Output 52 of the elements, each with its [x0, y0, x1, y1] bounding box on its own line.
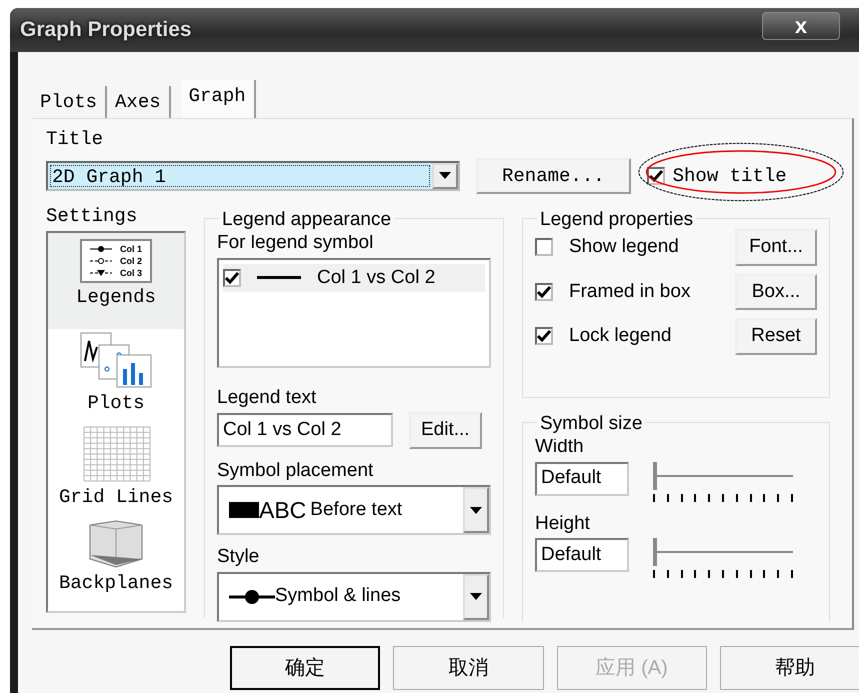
checkbox[interactable]	[535, 238, 553, 256]
field-label: Legend text	[217, 386, 318, 410]
checkbox-label: Framed in box	[569, 280, 692, 304]
option-button[interactable]: Box...	[735, 274, 817, 310]
checkbox-label: Show legend	[569, 235, 680, 259]
line-marker-icon	[90, 268, 112, 276]
size-field[interactable]: Default	[535, 462, 629, 496]
settings-item[interactable]: Col 1 Col 2 Col 3 Legends	[48, 232, 184, 328]
dialog-button[interactable]: 取消	[393, 646, 544, 690]
style-dropdown[interactable]: Symbol & lines	[217, 572, 491, 622]
checkbox[interactable]	[535, 282, 553, 301]
symbol-placement-dropdown[interactable]: ABC Before text	[217, 485, 491, 535]
line-symbol-icon	[229, 588, 275, 604]
legend-symbol-list[interactable]: Col 1 vs Col 2	[217, 258, 491, 368]
field-label: Style	[217, 545, 260, 569]
checkbox[interactable]	[223, 268, 241, 287]
close-button[interactable]: x	[762, 12, 840, 40]
show-title-label: Show title	[672, 164, 787, 188]
slider[interactable]	[653, 462, 793, 502]
title-combobox[interactable]: 2D Graph 1	[46, 160, 460, 191]
line-marker-icon	[90, 256, 112, 264]
legend-sample-label: Col 1	[120, 242, 142, 254]
checkbox[interactable]	[535, 327, 553, 346]
slider-thumb[interactable]	[653, 462, 657, 490]
sample-text: ABC	[259, 496, 306, 525]
window-title: Graph Properties	[20, 17, 192, 44]
rename-button[interactable]: Rename...	[476, 158, 631, 194]
checkbox-label: Lock legend	[569, 324, 672, 348]
dropdown-value: Symbol & lines	[275, 584, 401, 608]
slider-thumb[interactable]	[653, 538, 657, 566]
slider[interactable]	[653, 538, 793, 578]
dialog-button[interactable]: 帮助	[720, 646, 859, 690]
legend-sample-label: Col 2	[120, 254, 142, 266]
size-field[interactable]: Default	[535, 538, 629, 572]
line-marker-icon	[90, 244, 112, 252]
box-icon	[88, 518, 144, 568]
tab[interactable]: Graph	[180, 80, 256, 118]
field-label: Height	[535, 512, 591, 536]
dialog-button[interactable]: 确定	[230, 646, 380, 690]
edit-button[interactable]: Edit...	[409, 412, 482, 448]
legend-sample-label: Col 3	[120, 266, 142, 278]
plots-icon	[79, 330, 153, 388]
dropdown-value: Before text	[310, 498, 402, 522]
legend-text-field[interactable]: Col 1 vs Col 2	[217, 413, 393, 448]
swatch-icon	[229, 502, 259, 518]
field-label: Symbol placement	[217, 458, 374, 482]
line-sample-icon	[257, 276, 301, 280]
settings-label: Settings	[46, 204, 138, 229]
option-button[interactable]: Reset	[735, 318, 817, 354]
legend-entry: Col 1 vs Col 2	[317, 266, 436, 290]
title-label: Title	[46, 127, 104, 152]
option-button[interactable]: Font...	[735, 229, 817, 266]
